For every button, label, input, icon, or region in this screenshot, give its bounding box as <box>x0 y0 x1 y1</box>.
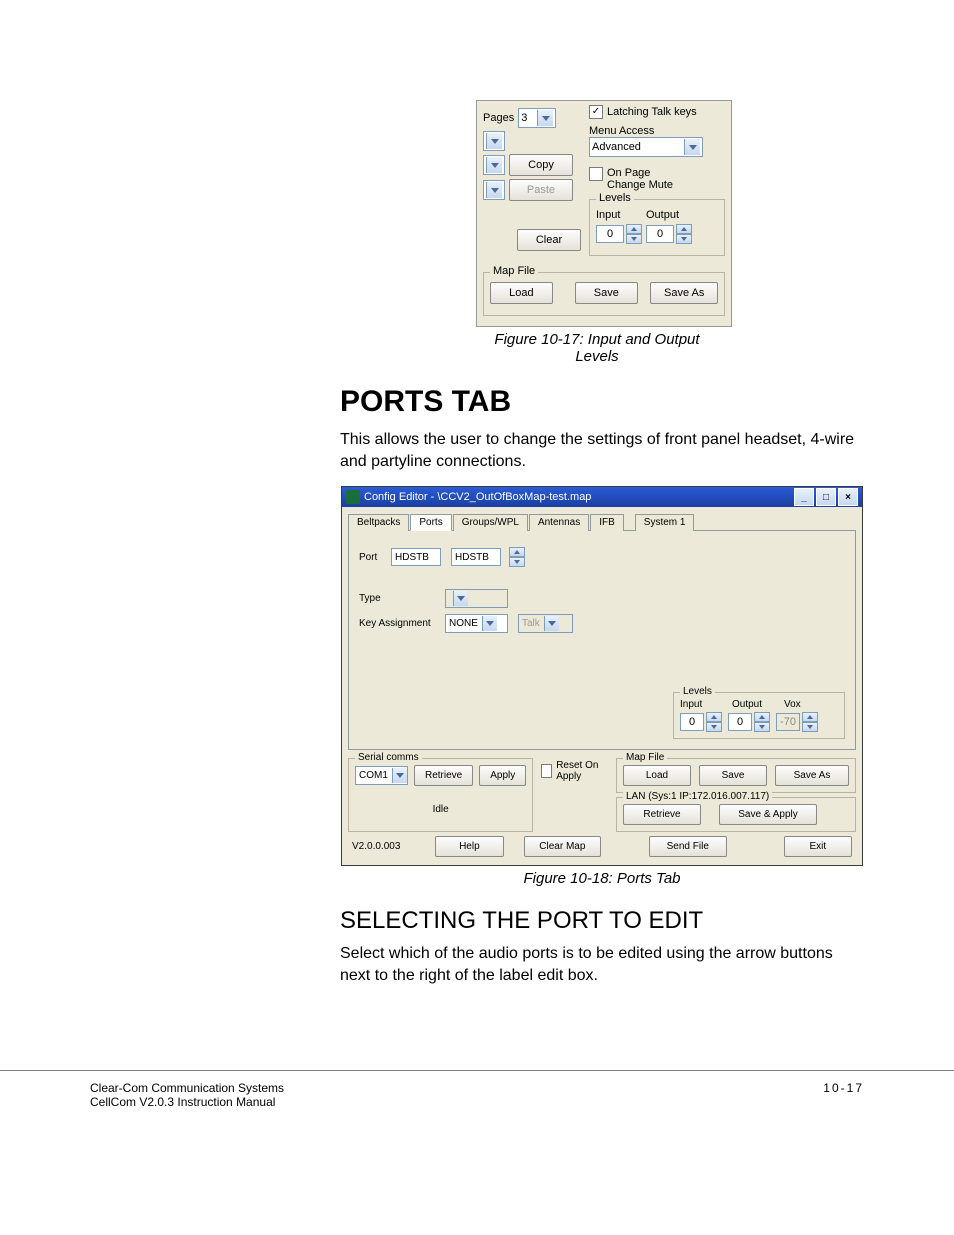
footer-left: Clear-Com Communication Systems CellCom … <box>90 1081 284 1109</box>
load-button[interactable]: Load <box>490 282 553 304</box>
paragraph: This allows the user to change the setti… <box>340 429 864 472</box>
port-value[interactable]: HDSTB <box>391 548 441 566</box>
up-icon <box>626 224 642 234</box>
load-button[interactable]: Load <box>623 765 691 786</box>
dialog-snippet: Pages 3 Copy Paste Clear ✓Latching Talk … <box>476 100 732 327</box>
latching-checkbox[interactable]: ✓Latching Talk keys <box>589 105 697 119</box>
tab-groups[interactable]: Groups/WPL <box>453 514 528 531</box>
clear-button[interactable]: Clear <box>517 229 581 251</box>
minimize-button[interactable]: _ <box>794 488 814 506</box>
down-icon <box>509 557 525 567</box>
combo-1[interactable] <box>483 131 505 151</box>
tab-ports[interactable]: Ports <box>410 514 451 531</box>
input-spinner[interactable] <box>680 712 722 732</box>
down-icon <box>626 234 642 244</box>
lan-group: LAN (Sys:1 IP:172.016.007.117) Retrieve … <box>616 797 856 832</box>
tab-system1[interactable]: System 1 <box>635 514 695 531</box>
retrieve-button[interactable]: Retrieve <box>414 765 473 786</box>
figure-caption: Figure 10-17: Input and Output Levels <box>476 331 718 365</box>
output-spinner[interactable] <box>646 224 692 244</box>
levels-group: Levels InputOutput <box>589 199 725 256</box>
tabstrip: Beltpacks Ports Groups/WPL Antennas IFB … <box>348 513 856 531</box>
apply-button[interactable]: Apply <box>479 765 526 786</box>
serial-status: Idle <box>355 804 526 815</box>
save-apply-button[interactable]: Save & Apply <box>719 804 817 825</box>
port-label: Port <box>359 552 385 563</box>
saveas-button[interactable]: Save As <box>775 765 849 786</box>
chevron-down-icon <box>486 182 502 198</box>
down-icon <box>676 234 692 244</box>
chevron-down-icon <box>453 591 468 606</box>
close-button[interactable]: × <box>838 488 858 506</box>
chevron-down-icon <box>684 139 700 155</box>
maximize-button[interactable]: □ <box>816 488 836 506</box>
tab-antennas[interactable]: Antennas <box>529 514 589 531</box>
heading-ports-tab: PORTS TAB <box>340 385 864 419</box>
mapfile-group: Map File Load Save Save As <box>616 758 856 793</box>
paragraph: Select which of the audio ports is to be… <box>340 943 864 986</box>
chevron-down-icon <box>486 133 502 149</box>
menu-access-combo[interactable]: Advanced <box>589 137 703 157</box>
sendfile-button[interactable]: Send File <box>649 836 727 857</box>
checkbox-icon <box>541 764 552 778</box>
save-button[interactable]: Save <box>575 282 638 304</box>
output-spinner[interactable] <box>728 712 770 732</box>
serial-comms-group: Serial comms COM1 Retrieve Apply Idle <box>348 758 533 832</box>
help-button[interactable]: Help <box>435 836 503 857</box>
input-spinner[interactable] <box>596 224 642 244</box>
checkbox-icon <box>589 167 603 181</box>
figure-caption: Figure 10-18: Ports Tab <box>340 870 864 887</box>
heading-selecting-port: SELECTING THE PORT TO EDIT <box>340 907 864 935</box>
pages-label: Pages <box>483 112 514 124</box>
tab-ifb[interactable]: IFB <box>590 514 624 531</box>
port-stepper[interactable] <box>509 547 525 567</box>
onpage-checkbox[interactable]: On Page Change Mute <box>589 167 687 191</box>
app-icon <box>346 490 360 504</box>
paste-button[interactable]: Paste <box>509 179 573 201</box>
titlebar: Config Editor - \CCV2_OutOfBoxMap-test.m… <box>342 487 862 507</box>
levels-group: Levels Input Output Vox <box>673 692 845 739</box>
chevron-down-icon <box>544 616 559 631</box>
key-assignment-label: Key Assignment <box>359 618 439 629</box>
menu-access-label: Menu Access <box>589 125 725 137</box>
window-title: Config Editor - \CCV2_OutOfBoxMap-test.m… <box>364 491 591 503</box>
reset-on-apply-checkbox[interactable]: Reset On Apply <box>541 760 608 782</box>
chevron-down-icon <box>486 157 502 173</box>
lan-retrieve-button[interactable]: Retrieve <box>623 804 701 825</box>
combo-2[interactable] <box>483 155 505 175</box>
combo-3[interactable] <box>483 180 505 200</box>
pages-combo[interactable]: 3 <box>518 108 556 128</box>
chevron-down-icon <box>537 110 553 126</box>
chevron-down-icon <box>392 768 407 783</box>
version-label: V2.0.0.003 <box>352 841 400 852</box>
saveas-button[interactable]: Save As <box>650 282 718 304</box>
tab-beltpacks[interactable]: Beltpacks <box>348 514 409 531</box>
exit-button[interactable]: Exit <box>784 836 852 857</box>
comport-combo[interactable]: COM1 <box>355 766 408 785</box>
type-label: Type <box>359 593 439 604</box>
type-combo[interactable] <box>445 589 508 608</box>
key-combo[interactable]: NONE <box>445 614 508 633</box>
up-icon <box>509 547 525 557</box>
port-label-edit[interactable]: HDSTB <box>451 548 501 566</box>
mapfile-group: Map File Load Save Save As <box>483 272 725 316</box>
up-icon <box>676 224 692 234</box>
page-number: 10-17 <box>823 1081 864 1109</box>
check-icon: ✓ <box>589 105 603 119</box>
talk-combo[interactable]: Talk <box>518 614 573 633</box>
save-button[interactable]: Save <box>699 765 767 786</box>
copy-button[interactable]: Copy <box>509 154 573 176</box>
chevron-down-icon <box>482 616 497 631</box>
vox-spinner[interactable] <box>776 712 818 732</box>
config-editor-window: Config Editor - \CCV2_OutOfBoxMap-test.m… <box>341 486 863 866</box>
clearmap-button[interactable]: Clear Map <box>524 836 602 857</box>
